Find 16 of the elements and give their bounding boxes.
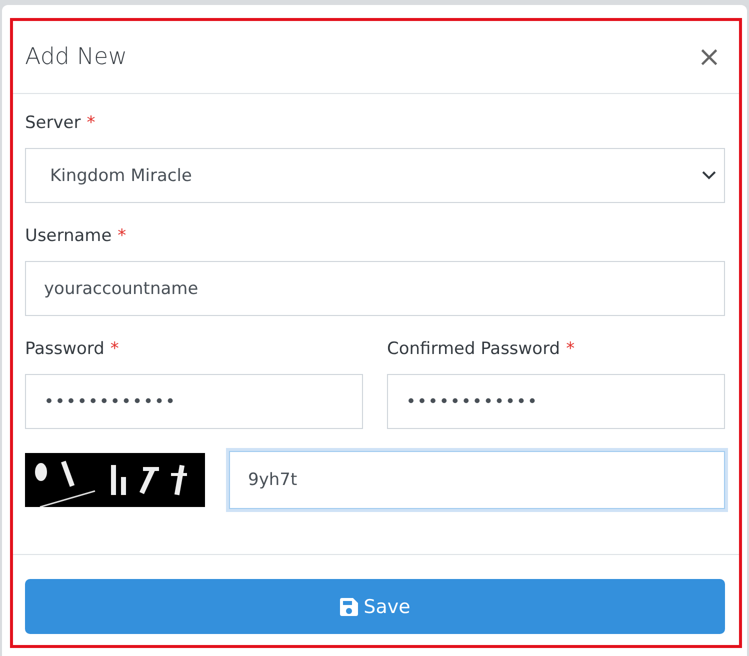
field-label: Password [25,339,104,359]
close-button[interactable]: × [698,43,721,71]
dialog-title: Add New [25,44,128,70]
field-label: Username [25,226,112,246]
chevron-down-icon [702,171,716,180]
field-label: Server [25,113,81,133]
required-mark: * [566,339,575,359]
password-field[interactable]: •••••••••••• [25,374,363,429]
field-label: Confirmed Password [387,339,560,359]
password-field[interactable]: •••••••••••• [387,374,725,429]
required-mark: * [110,339,119,359]
username-field[interactable]: youraccountname [25,261,725,316]
server-dropdown[interactable]: Kingdom Miracle [25,148,725,203]
captcha-field[interactable]: 9yh7t [229,451,725,509]
required-mark: * [86,113,96,133]
required-mark: * [118,226,126,246]
